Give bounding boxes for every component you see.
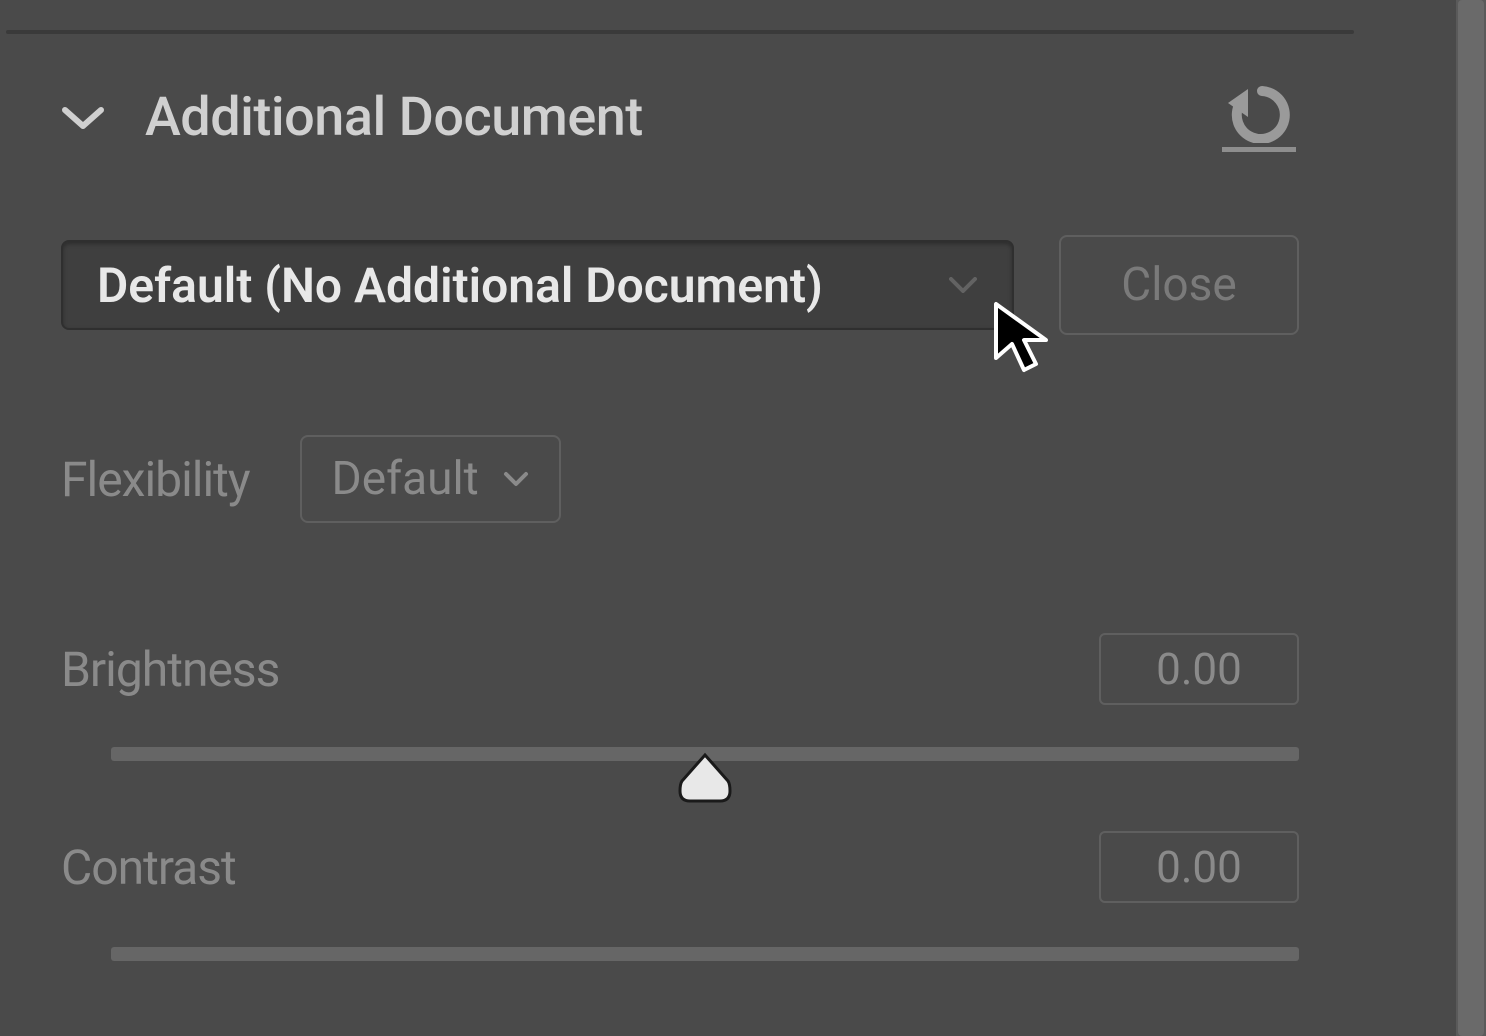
contrast-slider-track[interactable] — [111, 947, 1299, 961]
flexibility-dropdown[interactable]: Default — [300, 435, 561, 523]
chevron-down-icon — [948, 275, 978, 295]
section-header: Additional Document — [61, 80, 1299, 155]
vertical-scrollbar[interactable] — [1456, 0, 1486, 1036]
contrast-label: Contrast — [61, 839, 236, 896]
reset-section-button[interactable] — [1219, 80, 1299, 155]
chevron-down-icon — [61, 104, 105, 132]
undo-reset-icon — [1222, 83, 1296, 143]
brightness-slider-thumb[interactable] — [678, 751, 732, 805]
brightness-label: Brightness — [61, 641, 279, 698]
close-button[interactable]: Close — [1059, 235, 1299, 335]
slider-thumb-icon — [678, 751, 732, 805]
scrollbar-thumb[interactable] — [1458, 0, 1484, 1036]
contrast-value-input[interactable]: 0.00 — [1099, 831, 1299, 903]
flexibility-selected: Default — [332, 452, 479, 506]
additional-document-selected: Default (No Additional Document) — [97, 257, 823, 314]
contrast-control: Contrast 0.00 — [61, 831, 1299, 961]
brightness-value-input[interactable]: 0.00 — [1099, 633, 1299, 705]
flexibility-label: Flexibility — [61, 451, 250, 508]
chevron-down-icon — [503, 470, 529, 488]
additional-document-dropdown[interactable]: Default (No Additional Document) — [61, 240, 1014, 330]
collapse-section-toggle[interactable] — [61, 103, 105, 133]
brightness-control: Brightness 0.00 — [61, 633, 1299, 761]
section-title: Additional Document — [145, 86, 643, 149]
